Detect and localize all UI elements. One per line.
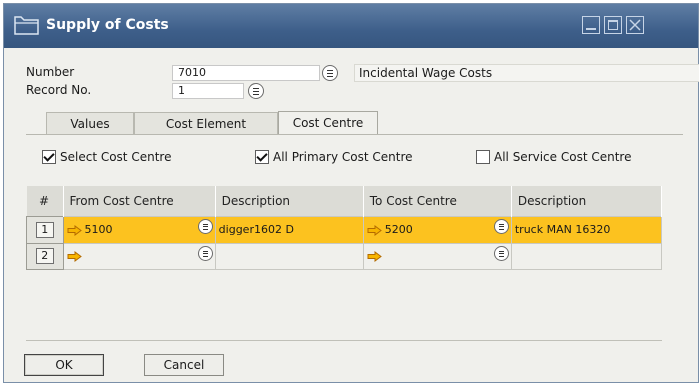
to-cost-centre-value: 5200 xyxy=(384,223,413,237)
link-arrow-icon[interactable] xyxy=(367,251,382,263)
supply-of-costs-window: Supply of Costs Number 7010 Incidental W… xyxy=(3,3,699,383)
to-description-cell[interactable]: truck MAN 16320 xyxy=(510,216,663,244)
record-no-field[interactable]: 1 xyxy=(172,83,244,99)
number-choose-icon[interactable] xyxy=(322,65,338,81)
footer-divider xyxy=(26,340,662,341)
table-row[interactable]: 1 5100 digger1602 D 5200 truck MAN 16320 xyxy=(26,216,663,244)
from-cost-centre-cell[interactable] xyxy=(62,242,216,270)
minimize-icon[interactable] xyxy=(582,16,600,34)
window-app-icon xyxy=(14,16,39,35)
cost-centre-grid: # From Cost Centre Description To Cost C… xyxy=(26,186,663,270)
from-description-cell[interactable]: digger1602 D xyxy=(214,216,364,244)
select-cost-centre-label: Select Cost Centre xyxy=(60,150,172,164)
to-cost-centre-cell[interactable] xyxy=(362,242,512,270)
all-service-cost-centre-checkbox[interactable] xyxy=(476,150,490,164)
choose-from-list-icon[interactable] xyxy=(197,245,213,261)
from-cost-centre-cell[interactable]: 5100 xyxy=(62,216,216,244)
title-bar[interactable]: Supply of Costs xyxy=(4,4,698,48)
column-header-from-cost-centre[interactable]: From Cost Centre xyxy=(63,186,216,217)
all-primary-cost-centre-checkbox[interactable] xyxy=(255,150,269,164)
table-row[interactable]: 2 xyxy=(26,242,663,270)
to-description-cell[interactable] xyxy=(510,242,663,270)
from-cost-centre-value: 5100 xyxy=(84,223,113,237)
link-arrow-icon[interactable] xyxy=(67,224,82,236)
column-header-to-cost-centre[interactable]: To Cost Centre xyxy=(363,186,512,217)
window-title: Supply of Costs xyxy=(46,17,169,33)
row-number-cell[interactable]: 2 xyxy=(26,242,64,270)
row-number: 1 xyxy=(35,221,54,238)
select-cost-centre-checkbox[interactable] xyxy=(42,150,56,164)
link-arrow-icon[interactable] xyxy=(367,224,382,236)
choose-from-list-icon[interactable] xyxy=(197,219,213,234)
column-header-from-description[interactable]: Description xyxy=(215,186,364,217)
close-icon[interactable] xyxy=(626,16,644,34)
column-header-row-number: # xyxy=(26,186,64,217)
cancel-button[interactable]: Cancel xyxy=(144,354,224,376)
all-primary-cost-centre-label: All Primary Cost Centre xyxy=(273,150,413,164)
grid-header-row: # From Cost Centre Description To Cost C… xyxy=(26,186,663,217)
number-label: Number xyxy=(26,65,75,79)
to-cost-centre-cell[interactable]: 5200 xyxy=(362,216,512,244)
record-choose-icon[interactable] xyxy=(248,83,264,99)
tab-divider xyxy=(26,134,683,135)
ok-button[interactable]: OK xyxy=(24,354,104,376)
tab-cost-element[interactable]: Cost Element xyxy=(134,112,278,134)
row-number: 2 xyxy=(35,248,54,265)
choose-from-list-icon[interactable] xyxy=(493,219,509,234)
tab-values[interactable]: Values xyxy=(46,112,134,134)
record-no-label: Record No. xyxy=(26,83,92,97)
number-description-field[interactable]: Incidental Wage Costs xyxy=(354,64,699,82)
column-header-to-description[interactable]: Description xyxy=(511,186,663,217)
row-number-cell[interactable]: 1 xyxy=(26,216,64,244)
choose-from-list-icon[interactable] xyxy=(493,245,509,261)
from-description-cell[interactable] xyxy=(214,242,364,270)
number-field[interactable]: 7010 xyxy=(172,65,320,81)
tab-cost-centre[interactable]: Cost Centre xyxy=(278,111,378,135)
maximize-icon[interactable] xyxy=(604,16,622,34)
all-service-cost-centre-label: All Service Cost Centre xyxy=(494,150,632,164)
link-arrow-icon[interactable] xyxy=(67,251,82,263)
